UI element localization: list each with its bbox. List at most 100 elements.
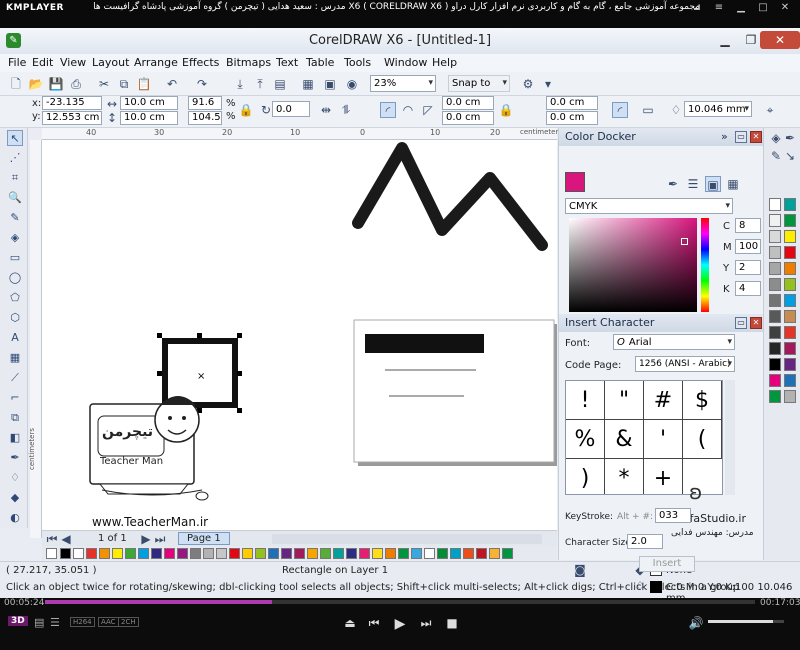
table-tool-icon[interactable]: ▦ <box>7 350 23 366</box>
menu-window[interactable]: Window <box>384 56 427 69</box>
palette-swatch[interactable] <box>372 548 383 559</box>
chamfered-corner-icon[interactable]: ◸ <box>420 102 436 118</box>
vertical-palette-swatch[interactable] <box>784 246 796 259</box>
vertical-palette-swatch[interactable] <box>784 310 796 323</box>
paste-icon[interactable]: 📋 <box>136 76 152 92</box>
yellow-field[interactable]: 2 <box>735 260 761 275</box>
palette-swatch[interactable] <box>99 548 110 559</box>
next-icon[interactable]: ⏭ <box>418 616 434 631</box>
vertical-palette-swatch[interactable] <box>784 374 796 387</box>
vertical-palette-swatch[interactable] <box>769 326 781 339</box>
vertical-palette-swatch[interactable] <box>784 262 796 275</box>
welcome-screen-icon[interactable]: ▣ <box>322 76 338 92</box>
font-select[interactable]: O Arial <box>613 334 735 350</box>
drawing-canvas[interactable]: × تیچرمن Teacher Man www.TeacherMan.ir <box>42 140 557 538</box>
vertical-palette-swatch[interactable] <box>784 214 796 227</box>
palette-swatch[interactable] <box>502 548 513 559</box>
seek-bar[interactable] <box>45 600 755 604</box>
palette-swatch[interactable] <box>255 548 266 559</box>
pin-icon[interactable]: ⊿ <box>690 2 704 14</box>
cyan-field[interactable]: 8 <box>735 218 761 233</box>
palette-swatch[interactable] <box>151 548 162 559</box>
vertical-palette-swatch[interactable] <box>769 342 781 355</box>
vertical-palette-swatch[interactable] <box>769 310 781 323</box>
palette-swatch[interactable] <box>177 548 188 559</box>
palette-swatch[interactable] <box>268 548 279 559</box>
vertical-palette-swatch[interactable] <box>784 342 796 355</box>
glyph-cell[interactable]: ' <box>644 420 683 459</box>
palette-swatch[interactable] <box>242 548 253 559</box>
glyph-cell[interactable]: + <box>644 459 683 494</box>
menu-arrange[interactable]: Arrange <box>134 56 178 69</box>
new-icon[interactable]: 🗋 <box>8 76 24 92</box>
volume-icon[interactable]: 🔊 <box>688 616 704 630</box>
x-position-field[interactable]: -23.135 cm <box>42 96 102 120</box>
palette-swatch[interactable] <box>333 548 344 559</box>
color-picker-handle[interactable] <box>681 238 688 245</box>
palette-swatch[interactable] <box>320 548 331 559</box>
open-icon[interactable]: 📂 <box>28 76 44 92</box>
settings-icon[interactable]: ☰ <box>50 616 60 629</box>
docker-tab-arrow-icon[interactable]: ↘ <box>782 148 798 164</box>
vertical-palette-swatch[interactable] <box>769 358 781 371</box>
glyph-cell[interactable]: % <box>566 420 605 459</box>
last-page-icon[interactable]: ⏭ <box>152 531 168 547</box>
menu-text[interactable]: Text <box>276 56 298 69</box>
corner-bottom-left-field[interactable]: 0.0 cm <box>442 111 494 125</box>
convert-to-curves-icon[interactable]: ⌖ <box>762 102 778 118</box>
eyedropper-tool-icon[interactable]: ✒ <box>7 450 23 466</box>
glyph-cell[interactable]: ! <box>566 381 605 420</box>
color-sliders-icon[interactable]: ☰ <box>685 176 701 192</box>
outline-width-select[interactable]: 10.046 mm <box>684 101 752 117</box>
docker-expand-icon[interactable]: » <box>721 128 728 146</box>
import-icon[interactable]: ⤓ <box>232 76 248 92</box>
char-size-field[interactable]: 2.0 <box>627 534 663 549</box>
palette-swatch[interactable] <box>307 548 318 559</box>
no-color-swatch[interactable] <box>46 548 57 559</box>
kmp-close-icon[interactable]: ✕ <box>778 2 792 14</box>
palette-swatch[interactable] <box>125 548 136 559</box>
glyph-cell[interactable]: & <box>605 420 644 459</box>
page-tab[interactable]: Page 1 <box>178 532 230 545</box>
horizontal-ruler[interactable]: 40 30 20 10 0 10 20 centimeters <box>42 128 562 140</box>
lock-ratio-icon[interactable]: 🔒 <box>238 102 254 118</box>
color-picker-area[interactable] <box>569 218 697 312</box>
rectangle-tool-icon[interactable]: ▭ <box>7 250 23 266</box>
mirror-vertical-icon[interactable]: ⥮ <box>338 102 354 118</box>
height-field[interactable]: 10.0 cm <box>120 111 178 125</box>
launch-icon[interactable]: ▾ <box>540 76 556 92</box>
vertical-palette-swatch[interactable] <box>784 294 796 307</box>
horizontal-scrollbar[interactable] <box>272 534 542 544</box>
mirror-horizontal-icon[interactable]: ⇹ <box>318 102 334 118</box>
color-proof-icon[interactable]: ◙ <box>572 562 588 578</box>
palette-swatch[interactable] <box>476 548 487 559</box>
vertical-palette-swatch[interactable] <box>769 246 781 259</box>
glyph-cell[interactable]: ( <box>683 420 722 459</box>
ellipse-tool-icon[interactable]: ◯ <box>7 270 23 286</box>
vertical-palette-swatch[interactable] <box>769 278 781 291</box>
black-field[interactable]: 4 <box>735 281 761 296</box>
palette-swatch[interactable] <box>281 548 292 559</box>
vertical-palette-swatch[interactable] <box>769 294 781 307</box>
vertical-palette-swatch[interactable] <box>784 230 796 243</box>
palette-swatch[interactable] <box>164 548 175 559</box>
3d-badge[interactable]: 3D <box>8 616 28 626</box>
kmp-menu-icon[interactable]: ≡ <box>712 2 726 14</box>
palette-swatch[interactable] <box>411 548 422 559</box>
glyph-scrollbar[interactable] <box>725 380 735 495</box>
color-viewers-icon[interactable]: ▣ <box>705 176 721 192</box>
vertical-palette-swatch[interactable] <box>769 230 781 243</box>
pick-tool-icon[interactable]: ↖ <box>7 130 23 146</box>
palette-swatch[interactable] <box>424 548 435 559</box>
menu-layout[interactable]: Layout <box>92 56 129 69</box>
fill-tool-icon[interactable]: ◆ <box>7 490 23 506</box>
vertical-palette-swatch[interactable] <box>784 198 796 211</box>
blend-tool-icon[interactable]: ⧉ <box>7 410 23 426</box>
smart-fill-tool-icon[interactable]: ◈ <box>7 230 23 246</box>
print-icon[interactable]: ⎙ <box>68 76 84 92</box>
scale-width-field[interactable]: 91.6 <box>188 96 222 110</box>
previous-icon[interactable]: ⏮ <box>366 616 382 631</box>
menu-table[interactable]: Table <box>306 56 334 69</box>
palette-swatch[interactable] <box>437 548 448 559</box>
basic-shapes-tool-icon[interactable]: ⬡ <box>7 310 23 326</box>
